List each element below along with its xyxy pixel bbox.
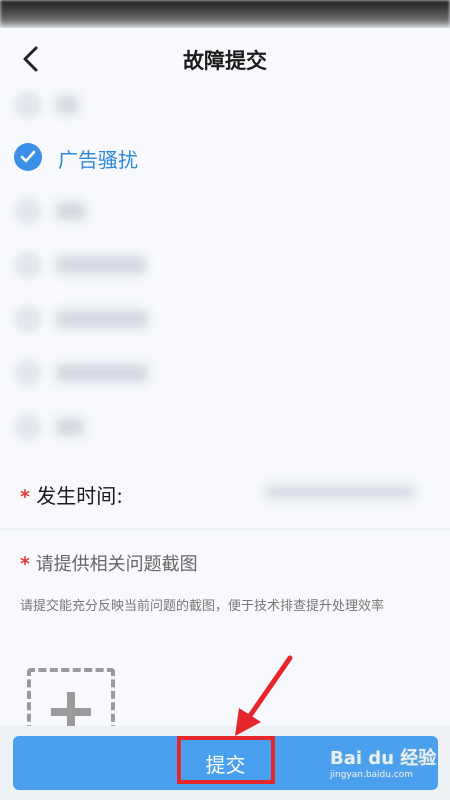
radio-circle-icon: [14, 197, 42, 225]
required-mark: *: [20, 486, 30, 508]
issue-option[interactable]: [0, 78, 450, 132]
radio-circle-icon: [14, 413, 42, 441]
radio-circle-icon: [14, 91, 42, 119]
radio-circle-icon: [14, 359, 42, 387]
issue-type-list: 广告骚扰: [0, 82, 450, 528]
status-bar: [0, 0, 450, 28]
issue-option[interactable]: [0, 292, 450, 346]
screenshot-label-text: 请提供相关问题截图: [35, 554, 198, 575]
occurrence-time-field[interactable]: * 发生时间:: [0, 466, 450, 518]
blurred-option-text: [56, 202, 86, 220]
watermark-url: jingyan.baidu.com: [330, 770, 414, 780]
issue-option[interactable]: [0, 238, 450, 292]
annotation-arrow-icon: [235, 655, 293, 736]
checkmark-circle-icon: [14, 143, 42, 171]
watermark: Bai du 经验 jingyan.baidu.com: [330, 742, 445, 790]
blurred-option-text: [56, 364, 148, 382]
watermark-brand: Bai du 经验: [330, 748, 437, 769]
radio-circle-icon: [14, 305, 42, 333]
blurred-time-value: [265, 485, 415, 499]
blurred-option-text: [56, 256, 146, 274]
issue-option[interactable]: [0, 400, 450, 454]
occurrence-time-label: * 发生时间:: [20, 480, 123, 509]
issue-option[interactable]: [0, 346, 450, 400]
issue-option-selected[interactable]: 广告骚扰: [0, 130, 450, 184]
screenshot-label: * 请提供相关问题截图: [20, 550, 198, 576]
selected-option-label: 广告骚扰: [58, 148, 138, 172]
annotation-highlight-box: [177, 736, 275, 784]
blurred-option-text: [56, 310, 148, 328]
issue-option[interactable]: [0, 184, 450, 238]
time-label-text: 发生时间:: [36, 484, 124, 508]
page-title: 故障提交: [183, 49, 267, 73]
blurred-option-text: [56, 418, 84, 436]
screenshot-hint: 请提交能充分反映当前问题的截图，便于技术排查提升处理效率: [20, 599, 385, 614]
required-mark: *: [20, 553, 30, 575]
blurred-option-text: [56, 96, 78, 114]
radio-circle-icon: [14, 251, 42, 279]
